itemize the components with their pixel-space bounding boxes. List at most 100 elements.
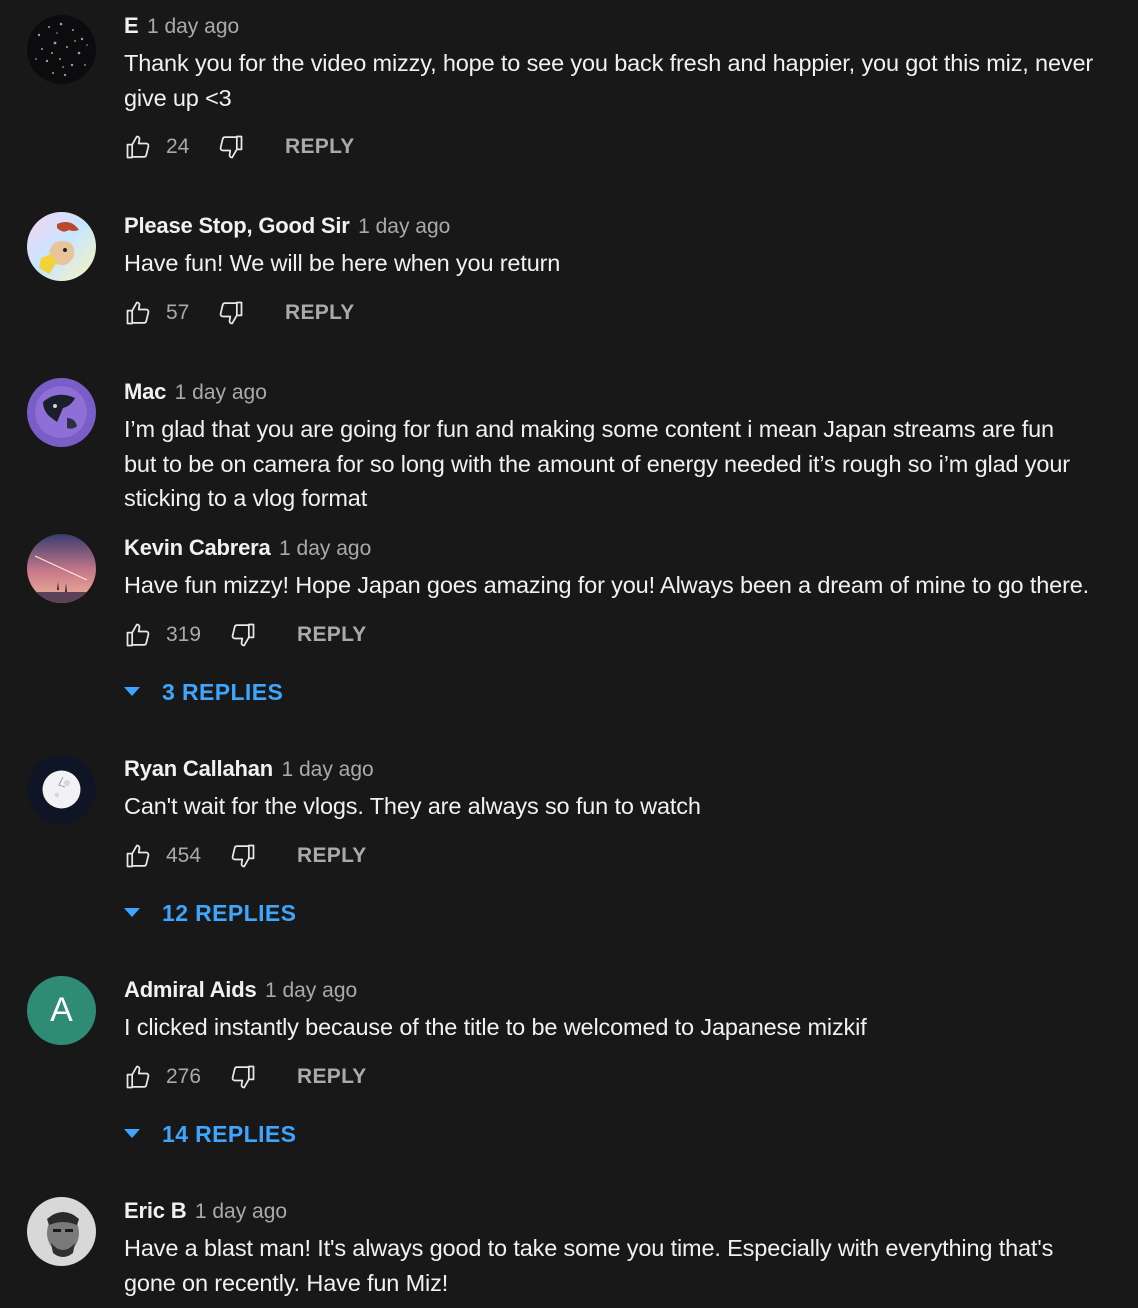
replies-label: 3 REPLIES xyxy=(162,679,284,705)
replies-label: 12 REPLIES xyxy=(162,900,297,926)
comment-line: I’m glad that you are going for fun and … xyxy=(124,416,1054,442)
like-count: 454 xyxy=(166,843,202,867)
comment-text: Have fun! We will be here when you retur… xyxy=(124,246,1128,281)
avatar[interactable]: A xyxy=(27,976,96,1045)
comment-body: E 1 day ago Thank you for the video mizz… xyxy=(124,12,1128,163)
like-count: 57 xyxy=(166,300,190,324)
thumbs-down-icon xyxy=(219,301,243,324)
reply-button[interactable]: REPLY xyxy=(297,1063,367,1091)
comment-header: Eric B 1 day ago xyxy=(124,1197,1128,1225)
comment-line: I clicked instantly because of the title… xyxy=(124,1014,867,1040)
comment-line: Have fun mizzy! Hope Japan goes amazing … xyxy=(124,572,1090,598)
comment-line: Thank you for the video mizzy, hope to s… xyxy=(124,50,1094,76)
author-name[interactable]: Kevin Cabrera xyxy=(124,535,271,560)
caret-down-icon xyxy=(124,687,140,696)
reply-button[interactable]: REPLY xyxy=(285,299,355,327)
like-button[interactable] xyxy=(124,621,152,649)
author-name[interactable]: E xyxy=(124,13,139,38)
dislike-button[interactable] xyxy=(217,299,245,327)
comment-line: Have a blast man! It's always good to ta… xyxy=(124,1235,1054,1261)
avatar-letter: A xyxy=(50,991,73,1029)
comment-text: Thank you for the video mizzy, hope to s… xyxy=(124,46,1128,115)
like-button[interactable] xyxy=(124,133,152,161)
author-name[interactable]: Please Stop, Good Sir xyxy=(124,213,350,238)
like-count: 24 xyxy=(166,135,190,158)
comment-line: Can't wait for the vlogs. They are alway… xyxy=(124,793,701,819)
cartoon-avatar-icon xyxy=(27,212,96,281)
figure-avatar-icon xyxy=(27,378,96,447)
avatar[interactable] xyxy=(27,534,96,603)
comment-line: gone on recently. Have fun Miz! xyxy=(124,1269,449,1296)
avatar[interactable] xyxy=(27,15,96,84)
thumbs-up-icon xyxy=(126,623,150,646)
comment-text: Can't wait for the vlogs. They are alway… xyxy=(124,789,1128,824)
like-button[interactable] xyxy=(124,1063,152,1091)
author-name[interactable]: Eric B xyxy=(124,1198,187,1223)
dislike-button[interactable] xyxy=(229,621,257,649)
thumbs-up-icon xyxy=(126,1065,150,1088)
comment-header: Admiral Aids 1 day ago xyxy=(124,976,1128,1004)
comment-actions: 24 REPLY xyxy=(124,133,1128,163)
comment-actions: 57 REPLY xyxy=(124,299,1128,329)
dislike-button[interactable] xyxy=(229,1063,257,1091)
comment-line: give up <3 xyxy=(124,84,232,111)
thumbs-down-icon xyxy=(231,623,255,646)
reply-button[interactable]: REPLY xyxy=(297,842,367,870)
comment-text: Have a blast man! It's always good to ta… xyxy=(124,1231,1128,1300)
dislike-button[interactable] xyxy=(217,133,245,161)
timestamp[interactable]: 1 day ago xyxy=(281,758,373,781)
replies-label: 14 REPLIES xyxy=(162,1121,297,1147)
like-count: 319 xyxy=(166,622,202,646)
author-name[interactable]: Mac xyxy=(124,379,166,404)
like-button[interactable] xyxy=(124,299,152,327)
thumbs-down-icon xyxy=(231,844,255,867)
timestamp[interactable]: 1 day ago xyxy=(195,1200,287,1223)
comment-header: Mac 1 day ago xyxy=(124,378,1128,406)
reply-button[interactable]: REPLY xyxy=(285,133,355,161)
comment-body: Kevin Cabrera 1 day ago Have fun mizzy! … xyxy=(124,534,1128,705)
author-name[interactable]: Admiral Aids xyxy=(124,977,257,1002)
author-name[interactable]: Ryan Callahan xyxy=(124,756,273,781)
comment-text: I’m glad that you are going for fun and … xyxy=(124,412,1128,516)
comment-actions: 276 REPLY xyxy=(124,1063,1128,1093)
thumbs-up-icon xyxy=(126,844,150,867)
comment-header: Kevin Cabrera 1 day ago xyxy=(124,534,1128,562)
comment-body: Admiral Aids 1 day ago I clicked instant… xyxy=(124,976,1128,1147)
galaxy-avatar-icon xyxy=(27,15,96,84)
comment-text: I clicked instantly because of the title… xyxy=(124,1010,1128,1045)
reply-button[interactable]: REPLY xyxy=(297,621,367,649)
timestamp[interactable]: 1 day ago xyxy=(265,979,357,1002)
thumbs-down-icon xyxy=(219,135,243,159)
comment-body: Ryan Callahan 1 day ago Can't wait for t… xyxy=(124,755,1128,926)
timestamp[interactable]: 1 day ago xyxy=(358,215,450,238)
dislike-button[interactable] xyxy=(229,842,257,870)
caret-down-icon xyxy=(124,1129,140,1138)
comment-text: Have fun mizzy! Hope Japan goes amazing … xyxy=(124,568,1128,603)
like-count: 276 xyxy=(166,1064,202,1088)
comment-body: Eric B 1 day ago Have a blast man! It's … xyxy=(124,1197,1128,1300)
moon-avatar-icon xyxy=(27,755,96,824)
comment-header: Please Stop, Good Sir 1 day ago xyxy=(124,212,1128,240)
caret-down-icon xyxy=(124,908,140,917)
timestamp[interactable]: 1 day ago xyxy=(279,537,371,560)
avatar[interactable] xyxy=(27,212,96,281)
comment-header: Ryan Callahan 1 day ago xyxy=(124,755,1128,783)
avatar[interactable] xyxy=(27,755,96,824)
comment-line: sticking to a vlog format xyxy=(124,485,368,511)
comment-body: Mac 1 day ago I’m glad that you are goin… xyxy=(124,378,1128,516)
timestamp[interactable]: 1 day ago xyxy=(175,381,267,404)
comment-line: Have fun! We will be here when you retur… xyxy=(124,250,561,276)
avatar[interactable] xyxy=(27,378,96,447)
timestamp[interactable]: 1 day ago xyxy=(147,15,239,38)
thumbs-up-icon xyxy=(126,135,150,159)
like-button[interactable] xyxy=(124,842,152,870)
comment-actions: 454 REPLY xyxy=(124,842,1128,872)
thumbs-up-icon xyxy=(126,301,150,324)
sky-avatar-icon xyxy=(27,534,96,603)
comment-header: E 1 day ago xyxy=(124,12,1128,40)
photo-avatar-icon xyxy=(27,1197,96,1266)
comment-actions: 319 REPLY xyxy=(124,621,1128,651)
comment-line: but to be on camera for so long with the… xyxy=(124,450,1070,477)
comment-body: Please Stop, Good Sir 1 day ago Have fun… xyxy=(124,212,1128,329)
avatar[interactable] xyxy=(27,1197,96,1266)
